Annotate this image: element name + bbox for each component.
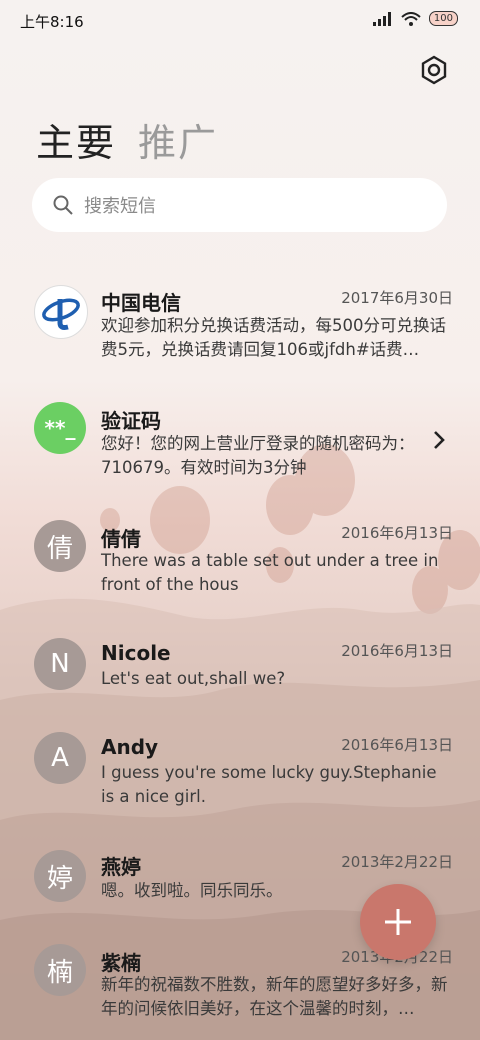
search-bar[interactable]: 搜索短信 xyxy=(32,178,447,232)
settings-gear-icon[interactable] xyxy=(417,53,451,87)
conversation-avatar: N xyxy=(34,638,86,690)
conversation-preview: I guess you're some lucky guy.Stephanie … xyxy=(101,763,437,806)
status-bar: 上午8:16 100 xyxy=(0,0,480,40)
conversation-date: 2016年6月13日 xyxy=(341,642,453,660)
conversation-name: 验证码 xyxy=(101,409,161,433)
conversation-item[interactable]: 倩 倩倩 2016年6月13日 There was a table set ou… xyxy=(0,520,480,620)
conversation-preview: 新年的祝福数不胜数，新年的愿望好多好多，新年的问候依旧美好，在这个温馨的时刻，… xyxy=(101,975,448,1018)
search-icon xyxy=(53,195,73,215)
avatar-text: N xyxy=(50,649,70,679)
conversation-item[interactable]: A Andy 2016年6月13日 I guess you're some lu… xyxy=(0,732,480,832)
plus-icon xyxy=(385,909,411,935)
conversation-date: 2017年6月30日 xyxy=(341,289,453,307)
conversation-avatar: **_ xyxy=(34,402,86,454)
conversation-preview: There was a table set out under a tree i… xyxy=(101,551,439,594)
conversation-name: 紫楠 xyxy=(101,951,141,975)
signal-icon xyxy=(372,11,391,26)
conversation-name: 燕婷 xyxy=(101,855,141,879)
compose-button[interactable] xyxy=(360,884,436,960)
conversation-item[interactable]: **_ 验证码 您好！您的网上营业厅登录的随机密码为：710679。有效时间为3… xyxy=(0,402,480,502)
tab-promotions[interactable]: 推广 xyxy=(138,112,218,167)
conversation-name: Nicole xyxy=(101,641,171,665)
avatar-text: A xyxy=(51,743,69,773)
conversation-item[interactable]: N Nicole 2016年6月13日 Let's eat out,shall … xyxy=(0,638,480,728)
status-time: 上午8:16 xyxy=(20,13,84,31)
avatar-text: 婷 xyxy=(46,863,73,894)
battery-indicator: 100 xyxy=(428,11,458,26)
conversation-name: 中国电信 xyxy=(101,291,181,315)
avatar-text: **_ xyxy=(44,416,76,440)
conversation-avatar: 楠 xyxy=(34,944,86,996)
chevron-right-icon[interactable] xyxy=(430,428,448,452)
conversation-avatar: 倩 xyxy=(34,520,86,572)
conversation-avatar: 婷 xyxy=(34,850,86,902)
conversation-avatar: A xyxy=(34,732,86,784)
conversation-name: 倩倩 xyxy=(101,527,141,551)
china-telecom-logo-icon xyxy=(34,285,88,339)
wifi-icon xyxy=(401,11,421,26)
conversation-name: Andy xyxy=(101,735,159,759)
conversation-date: 2013年2月22日 xyxy=(341,853,453,871)
tab-bar: 主要 推广 xyxy=(36,112,218,167)
search-placeholder: 搜索短信 xyxy=(84,196,156,217)
conversation-date: 2016年6月13日 xyxy=(341,524,453,542)
avatar-text: 倩 xyxy=(46,533,73,564)
conversation-item[interactable]: 中国电信 2017年6月30日 欢迎参加积分兑换话费活动，每500分可兑换话费5… xyxy=(0,280,480,380)
conversation-preview: 欢迎参加积分兑换话费活动，每500分可兑换话费5元，兑换话费请回复106或jfd… xyxy=(101,316,446,359)
avatar-text: 楠 xyxy=(46,957,73,988)
conversation-date: 2016年6月13日 xyxy=(341,736,453,754)
conversation-preview: 您好！您的网上营业厅登录的随机密码为：710679。有效时间为3分钟 xyxy=(101,434,415,477)
tab-primary[interactable]: 主要 xyxy=(36,112,116,167)
conversation-preview: Let's eat out,shall we? xyxy=(101,669,286,688)
